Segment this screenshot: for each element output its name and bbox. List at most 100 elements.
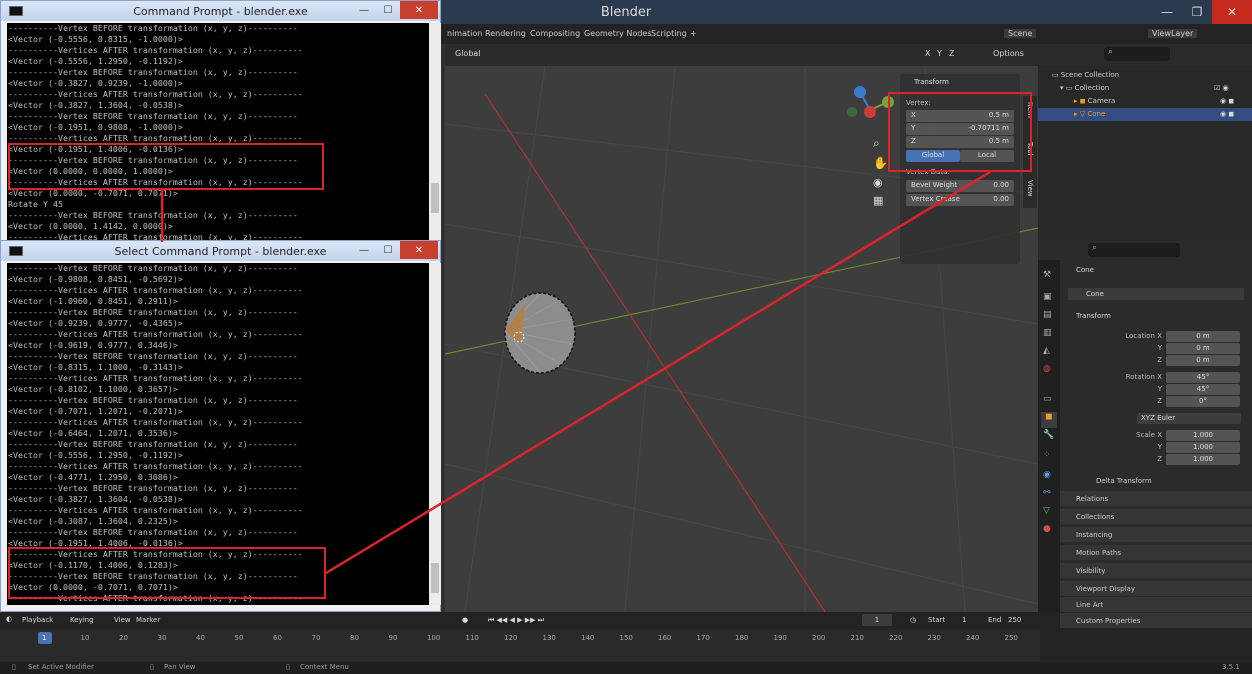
status-mid-text: Pan View [164,663,196,671]
collections-row[interactable]: Collections [1060,508,1252,524]
maximize-icon[interactable]: ❐ [1182,0,1212,24]
viewport-display-row[interactable]: Viewport Display [1060,580,1252,596]
scene-collection-item[interactable]: ▭ Scene Collection [1052,71,1119,79]
end-frame-field[interactable]: 250 [1008,616,1021,624]
motion-paths-row[interactable]: Motion Paths [1060,544,1252,560]
add-workspace-button[interactable]: + [690,29,697,38]
constraints-tab-icon[interactable]: ⚯ [1043,488,1051,498]
console-line: ----------Vertices AFTER transformation … [8,329,303,339]
transform-section-header[interactable]: Transform [1076,312,1111,320]
data-tab-icon[interactable]: ▽ [1043,506,1050,516]
tab-geometry-nodes[interactable]: Geometry Nodes [584,29,651,38]
vertex-crease-value: 0.00 [993,195,1009,203]
location-z-field[interactable]: 0 m [1166,355,1240,366]
visibility-row[interactable]: Visibility [1060,562,1252,578]
output-tab-icon[interactable]: ▤ [1043,310,1052,320]
tab-scripting[interactable]: Scripting [651,29,687,38]
scale-x-field[interactable]: 1.000 [1166,430,1240,441]
object-name-field[interactable]: Cone [1068,288,1244,300]
world-tab-icon[interactable]: ◍ [1043,364,1051,374]
tab-view[interactable]: View [1026,180,1034,197]
cone-eye-icon[interactable]: ◉ ◼ [1220,110,1234,118]
cmd2-close-icon[interactable]: ✕ [400,241,438,259]
scale-z-field[interactable]: 1.000 [1166,454,1240,465]
cmd2-maximize-icon[interactable]: ☐ [376,241,400,259]
cmd-close-icon[interactable]: ✕ [400,1,438,19]
relations-row[interactable]: Relations [1060,490,1252,506]
object-tab-icon[interactable]: ◼ [1041,412,1057,428]
physics-tab-icon[interactable]: ◉ [1043,470,1051,480]
frame-tick-label: 220 [889,634,903,642]
material-tab-icon[interactable]: ● [1043,524,1051,534]
timeline-track[interactable] [0,630,1040,662]
tab-rendering[interactable]: Rendering [485,29,526,38]
scene-selector[interactable]: Scene [1004,29,1037,38]
rotation-z-field[interactable]: 0° [1166,396,1240,407]
timeline-editor-icon[interactable]: ◐ [6,615,12,623]
current-frame-field[interactable]: 1 [862,614,892,626]
render-tab-icon[interactable]: ▣ [1043,292,1052,302]
scale-y-field[interactable]: 1.000 [1166,442,1240,453]
vertex-crease-label: Vertex Crease [911,195,960,203]
frame-tick-label: 100 [427,634,441,642]
camera-item[interactable]: ▸ ◼ Camera [1074,97,1115,105]
custom-properties-row[interactable]: Custom Properties [1060,612,1252,628]
visibility-eye-icon[interactable]: ☑ ◉ [1214,84,1229,92]
status-right-text: Context Menu [300,663,349,671]
axis-x-toggle[interactable]: X [925,49,930,58]
tab-animation[interactable]: nimation [447,29,482,38]
collection-tab-icon[interactable]: ▭ [1043,394,1052,404]
particles-tab-icon[interactable]: ⁘ [1043,450,1051,460]
cmd-maximize-icon[interactable]: ☐ [376,1,400,19]
cone-item[interactable]: ▸ ▽ Cone [1074,110,1105,118]
bevel-weight-field[interactable]: Bevel Weight 0.00 [906,180,1014,192]
instancing-row[interactable]: Instancing [1060,526,1252,542]
view-layer-tab-icon[interactable]: ▥ [1043,328,1052,338]
minimize-icon[interactable]: — [1152,0,1182,24]
perspective-grid-icon[interactable]: ▦ [873,194,883,207]
rotation-x-field[interactable]: 45° [1166,372,1240,383]
close-icon[interactable]: ✕ [1212,0,1252,24]
cmd-output[interactable]: ----------Vertex BEFORE transformation (… [7,23,429,243]
tab-compositing[interactable]: Compositing [530,29,580,38]
marker-menu[interactable]: Marker [136,616,160,624]
cmd2-minimize-icon[interactable]: — [352,241,376,259]
tool-tab-icon[interactable]: ⚒ [1043,270,1051,280]
playback-controls-icon[interactable]: ⏮ ◀◀ ◀ ▶ ▶▶ ⏭ [488,616,544,625]
viewlayer-selector[interactable]: ViewLayer [1148,29,1198,38]
keying-menu[interactable]: Keying [70,616,94,624]
record-icon[interactable]: ● [462,616,468,624]
orientation-dropdown[interactable]: Global [455,49,481,58]
view-menu[interactable]: View [114,616,131,624]
axis-z-toggle[interactable]: Z [949,49,954,58]
rotation-y-field[interactable]: 45° [1166,384,1240,395]
line-art-row[interactable]: Line Art [1060,596,1252,612]
camera-eye-icon[interactable]: ◉ ◼ [1220,97,1234,105]
location-x-field[interactable]: 0 m [1166,331,1240,342]
command-prompt-window[interactable]: Command Prompt - blender.exe — ☐ ✕ -------… [0,0,441,243]
cmd-scrollbar[interactable] [429,23,441,243]
delta-transform-row[interactable]: Delta Transform [1060,472,1252,488]
properties-search-icon[interactable]: ⌕ [1088,243,1180,257]
console-line: ----------Vertices AFTER transformation … [8,285,303,295]
pan-hand-icon[interactable]: ✋ [873,156,888,170]
vertex-crease-field[interactable]: Vertex Crease 0.00 [906,194,1014,206]
transform-panel-header[interactable]: Transform [914,78,949,86]
collection-item[interactable]: ▾ ▭ Collection [1060,84,1109,92]
cmd-minimize-icon[interactable]: — [352,1,376,19]
scene-tab-icon[interactable]: ◭ [1043,346,1050,356]
clock-icon[interactable]: ◷ [910,616,916,624]
console-line: <Vector (-0.3827, 1.3604, -0.0538)> [8,494,183,504]
outliner-search-icon[interactable]: ⌕ [1104,47,1170,61]
playback-menu[interactable]: Playback [22,616,53,624]
axis-y-toggle[interactable]: Y [937,49,942,58]
camera-view-icon[interactable]: ◉ [873,176,883,189]
options-dropdown[interactable]: Options [993,49,1024,58]
location-y-field[interactable]: 0 m [1166,343,1240,354]
modifier-wrench-icon[interactable]: 🔧 [1043,430,1054,440]
zoom-icon[interactable]: ⌕ [873,136,880,151]
rotation-mode-dropdown[interactable]: XYZ Euler [1137,413,1241,424]
start-frame-field[interactable]: 1 [962,616,966,624]
cmd2-scrollbar[interactable] [429,263,441,605]
cone-label: Cone [1087,110,1106,118]
